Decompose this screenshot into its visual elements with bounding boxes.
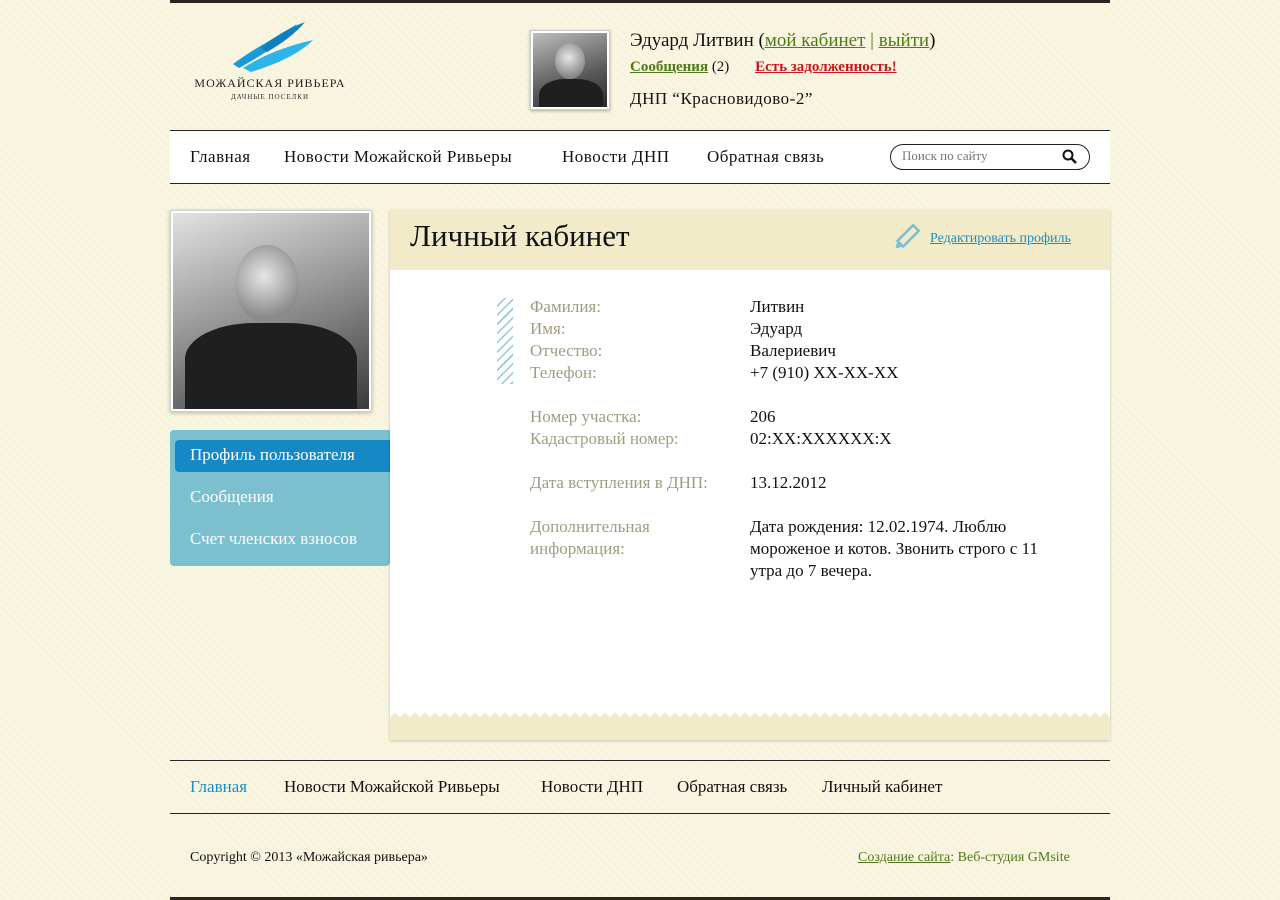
panel-footer — [390, 710, 1110, 740]
sidebar-item-dues[interactable]: Счет членских взносов — [190, 529, 357, 549]
site-logo[interactable]: МОЖАЙСКАЯ РИВЬЕРА ДАЧНЫЕ ПОСЕЛКИ — [190, 18, 350, 114]
panel-header: Личный кабинет Редактировать профиль — [390, 210, 1110, 276]
link-separator: | — [870, 30, 874, 51]
label-join-date: Дата вступления в ДНП: — [530, 473, 708, 492]
profile-photo — [170, 210, 372, 412]
search-icon[interactable] — [1062, 149, 1077, 169]
user-name: Эдуард Литвин — [630, 30, 754, 51]
paren-close: ) — [929, 30, 936, 51]
debt-alert-link[interactable]: Есть задолженность! — [755, 59, 897, 75]
label-cadastral-number: Кадастровый номер: — [530, 429, 679, 448]
nav-home[interactable]: Главная — [190, 147, 251, 167]
footer-nav-home[interactable]: Главная — [190, 777, 247, 797]
value-first-name: Эдуард — [750, 319, 803, 338]
dnp-name: ДНП “Красновидово-2” — [630, 89, 813, 108]
label-plot-number: Номер участка: — [530, 407, 642, 426]
avatar-photo — [533, 33, 607, 107]
footer-zigzag-edge — [390, 710, 1110, 720]
footer-nav-riviera-news[interactable]: Новости Можайской Ривьеры — [284, 777, 500, 797]
decorative-hatch — [497, 298, 513, 384]
logout-link[interactable]: выйти — [879, 30, 929, 51]
value-additional-info: Дата рождения: 12.02.1974. Люблю морожен… — [750, 517, 1038, 580]
my-cabinet-link[interactable]: мой кабинет — [765, 30, 866, 51]
page-title: Личный кабинет — [410, 218, 630, 253]
messages-count: (2) — [711, 59, 730, 75]
logo-subtitle: ДАЧНЫЕ ПОСЕЛКИ — [230, 93, 310, 101]
site-credit: Создание сайта: Веб-студия GMsite — [858, 850, 1070, 866]
value-join-date: 13.12.2012 — [750, 473, 827, 492]
footer-nav-dnp-news[interactable]: Новости ДНП — [541, 777, 643, 797]
profile-panel: Личный кабинет Редактировать профиль Фам… — [390, 210, 1110, 740]
footer-nav-feedback[interactable]: Обратная связь — [677, 777, 787, 797]
nav-feedback[interactable]: Обратная связь — [707, 147, 824, 167]
profile-sidebar-menu: Профиль пользователя Сообщения Счет член… — [170, 430, 411, 566]
value-phone: +7 (910) XX-XX-XX — [750, 363, 899, 382]
nav-dnp-news[interactable]: Новости ДНП — [562, 147, 670, 167]
logo-name: МОЖАЙСКАЯ РИВЬЕРА — [194, 76, 346, 90]
edit-profile-link[interactable]: Редактировать профиль — [930, 231, 1071, 247]
label-patronymic: Отчество: — [530, 341, 603, 360]
value-patronymic: Валериевич — [750, 341, 836, 360]
search-input[interactable] — [902, 148, 1052, 164]
search-box — [890, 144, 1090, 170]
user-greeting: Эдуард Литвин (мой кабинет | выйти) — [630, 30, 935, 52]
pencil-icon[interactable] — [890, 222, 922, 259]
label-surname: Фамилия: — [530, 297, 601, 316]
nav-riviera-news[interactable]: Новости Можайской Ривьеры — [284, 147, 512, 167]
credit-link[interactable]: Создание сайта — [858, 850, 950, 865]
footer-nav-cabinet[interactable]: Личный кабинет — [822, 777, 942, 797]
header-scallop-edge — [390, 264, 1110, 276]
messages-link[interactable]: Сообщения — [630, 59, 708, 75]
footer-nav: Главная Новости Можайской Ривьеры Новост… — [170, 760, 1110, 814]
value-plot-number: 206 — [750, 407, 776, 426]
label-phone: Телефон: — [530, 363, 597, 382]
copyright: Copyright © 2013 «Можайская ривьера» — [190, 850, 428, 865]
sidebar-item-messages[interactable]: Сообщения — [190, 487, 274, 507]
credit-text: : Веб-студия GMsite — [950, 850, 1070, 865]
profile-photo-image — [173, 213, 369, 409]
top-border — [170, 0, 1110, 3]
sidebar-item-label: Профиль пользователя — [190, 445, 355, 464]
waves-logo-icon — [233, 22, 313, 72]
value-surname: Литвин — [750, 297, 805, 316]
label-additional-info: Дополнительная информация: — [530, 517, 650, 558]
main-nav: Главная Новости Можайской Ривьеры Новост… — [170, 130, 1110, 184]
label-first-name: Имя: — [530, 319, 566, 338]
sidebar-item-profile[interactable]: Профиль пользователя — [175, 440, 411, 472]
user-status-line: Сообщения (2) Есть задолженность! — [630, 59, 897, 76]
value-cadastral-number: 02:XX:XXXXXX:X — [750, 429, 892, 448]
user-avatar-small[interactable] — [530, 30, 610, 110]
